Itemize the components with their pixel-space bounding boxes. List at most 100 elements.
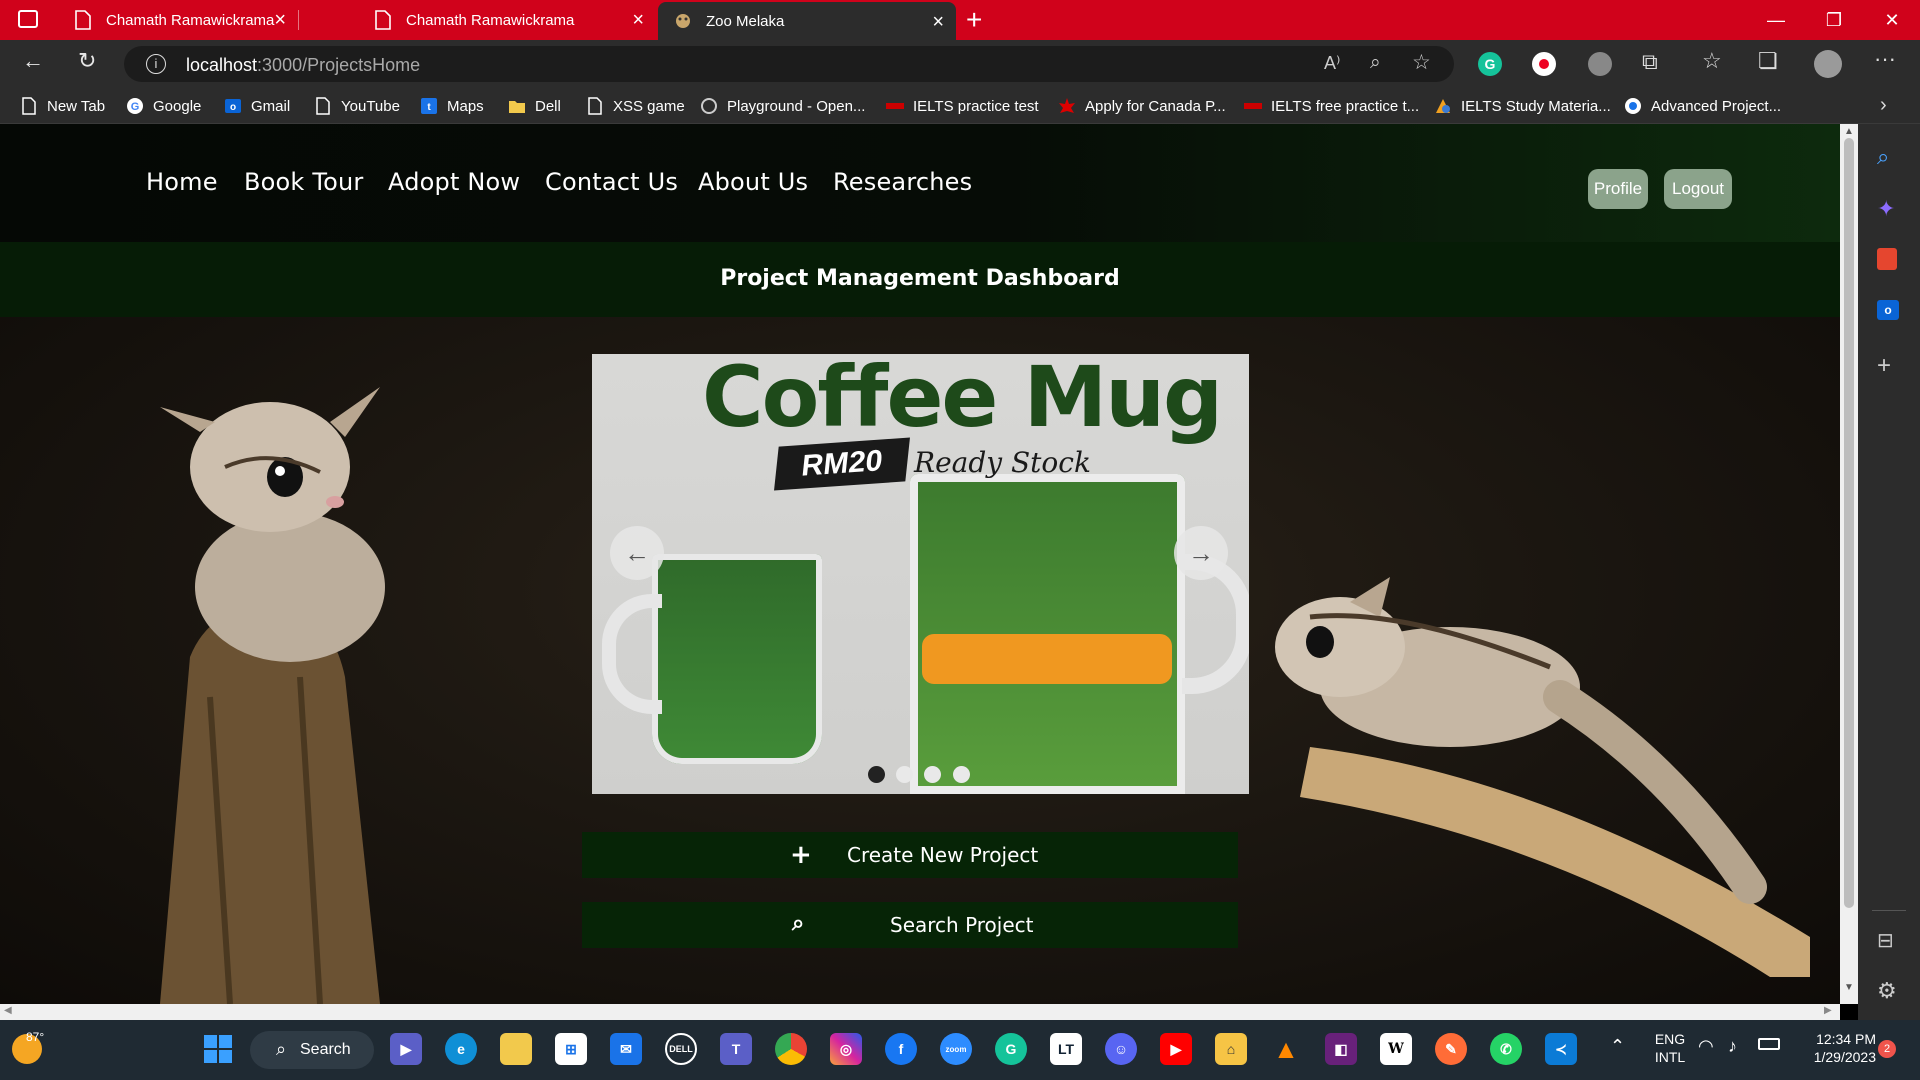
outlook-icon[interactable]: o <box>1877 300 1901 324</box>
new-tab-icon[interactable]: + <box>966 4 982 36</box>
carousel-dot-2[interactable] <box>896 766 913 783</box>
profile-avatar-icon[interactable] <box>1814 50 1842 78</box>
facebook-icon[interactable]: f <box>885 1033 917 1065</box>
copilot-icon[interactable]: ✦ <box>1877 196 1901 221</box>
postman-icon[interactable]: ✎ <box>1435 1033 1467 1065</box>
bookmark-google[interactable]: G Google <box>126 96 201 116</box>
youtube-icon[interactable]: ▶ <box>1160 1033 1192 1065</box>
tracker-extension-icon[interactable] <box>1588 52 1612 76</box>
taskbar-search[interactable]: ⌕ Search <box>250 1031 374 1069</box>
clock[interactable]: 12:34 PM 1/29/2023 <box>1796 1030 1876 1066</box>
back-icon[interactable]: ← <box>22 48 44 74</box>
window-close-icon[interactable]: ✕ <box>1864 0 1920 40</box>
bookmark-dell[interactable]: Dell <box>508 96 561 116</box>
edge-browser-icon[interactable]: e <box>445 1033 477 1065</box>
vertical-scrollbar[interactable]: ▲ ▼ <box>1840 124 1858 1004</box>
chrome-icon[interactable] <box>775 1033 807 1065</box>
lt-icon[interactable]: LT <box>1050 1033 1082 1065</box>
favorites-icon[interactable]: ☆ <box>1702 48 1722 74</box>
bookmark-advanced-project[interactable]: Advanced Project... <box>1624 96 1781 116</box>
visual-studio-icon[interactable]: ◧ <box>1325 1033 1357 1065</box>
sidebar-split-icon[interactable]: ⊟ <box>1877 928 1901 952</box>
bookmark-ielts-study[interactable]: IELTS Study Materia... <box>1434 96 1611 116</box>
carousel-next-button[interactable]: → <box>1174 526 1228 580</box>
dell-icon[interactable]: DELL <box>665 1033 697 1065</box>
scroll-left-icon[interactable]: ◀ <box>4 1005 12 1016</box>
record-extension-icon[interactable] <box>1532 52 1556 76</box>
minimize-icon[interactable]: — <box>1748 0 1804 40</box>
bookmarks-overflow-icon[interactable]: › <box>1880 94 1887 117</box>
vscode-icon[interactable]: ≺ <box>1545 1033 1577 1065</box>
bookmark-gmail[interactable]: o Gmail <box>224 96 290 116</box>
close-icon[interactable]: × <box>932 11 944 34</box>
nav-about-us[interactable]: About Us <box>698 168 808 196</box>
restore-icon[interactable]: ❐ <box>1806 0 1862 40</box>
tab-actions-icon[interactable] <box>18 10 38 28</box>
microsoft-store-icon[interactable]: ⊞ <box>555 1033 587 1065</box>
vlc-icon[interactable]: ▲ <box>1270 1033 1302 1065</box>
language-indicator[interactable]: ENG INTL <box>1648 1030 1692 1066</box>
wifi-icon[interactable]: ◠ <box>1698 1036 1714 1057</box>
zoom-icon[interactable]: zoom <box>940 1033 972 1065</box>
weather-temp[interactable]: 87° <box>26 1030 44 1044</box>
search-icon[interactable]: ⌕ <box>1877 144 1901 169</box>
grammarly-extension-icon[interactable]: G <box>1478 52 1502 76</box>
bookmark-ielts-free[interactable]: IELTS free practice t... <box>1244 96 1419 116</box>
bookmark-ielts-test[interactable]: IELTS practice test <box>886 96 1039 116</box>
grammarly-icon[interactable]: G <box>995 1033 1027 1065</box>
nav-contact-us[interactable]: Contact Us <box>545 168 678 196</box>
nav-home[interactable]: Home <box>146 168 218 196</box>
bookmark-playground[interactable]: Playground - Open... <box>700 96 865 116</box>
nav-adopt-now[interactable]: Adopt Now <box>388 168 520 196</box>
scroll-down-icon[interactable]: ▼ <box>1844 982 1854 993</box>
close-icon[interactable]: × <box>274 9 286 32</box>
tray-overflow-icon[interactable]: ⌃ <box>1610 1036 1625 1057</box>
bookmark-new-tab[interactable]: New Tab <box>20 96 105 116</box>
notification-badge[interactable]: 2 <box>1878 1040 1896 1058</box>
bookmark-canada[interactable]: Apply for Canada P... <box>1058 96 1226 116</box>
add-icon[interactable]: + <box>1877 352 1901 379</box>
carousel-dot-1[interactable] <box>868 766 885 783</box>
bookmark-youtube[interactable]: YouTube <box>314 96 400 116</box>
nav-book-tour[interactable]: Book Tour <box>244 168 364 196</box>
start-windows-icon[interactable] <box>202 1033 234 1065</box>
volume-icon[interactable]: ♪ <box>1728 1036 1737 1057</box>
read-aloud-icon[interactable]: A⁾ <box>1324 53 1340 74</box>
mail-icon[interactable]: ✉ <box>610 1033 642 1065</box>
create-new-project-button[interactable]: + Create New Project <box>582 832 1238 878</box>
carousel-prev-button[interactable]: ← <box>610 526 664 580</box>
scroll-up-icon[interactable]: ▲ <box>1844 126 1854 137</box>
tab-1[interactable]: Chamath Ramawickrama × <box>58 0 298 40</box>
extensions-icon[interactable]: ⧉ <box>1642 49 1658 75</box>
nav-researches[interactable]: Researches <box>833 168 972 196</box>
carousel-dot-4[interactable] <box>953 766 970 783</box>
search-project-button[interactable]: ⌕ Search Project <box>582 902 1238 948</box>
url-text[interactable]: localhost:3000/ProjectsHome <box>186 55 420 76</box>
discord-icon[interactable]: ☺ <box>1105 1033 1137 1065</box>
product-carousel[interactable]: Coffee Mug RM20 Ready Stock ← → <box>592 354 1249 794</box>
favorite-add-icon[interactable]: ☆ <box>1412 50 1431 75</box>
scroll-right-icon[interactable]: ▶ <box>1824 1005 1832 1016</box>
tab-2[interactable]: Chamath Ramawickrama × <box>358 0 656 40</box>
file-explorer-icon[interactable] <box>500 1033 532 1065</box>
vpn-lock-icon[interactable]: ⌂ <box>1215 1033 1247 1065</box>
meet-icon[interactable]: ▶ <box>390 1033 422 1065</box>
profile-button[interactable]: Profile <box>1588 169 1648 209</box>
tab-3-active[interactable]: Zoo Melaka × <box>658 2 956 40</box>
more-menu-icon[interactable]: ··· <box>1874 46 1896 72</box>
collections-icon[interactable]: ❏ <box>1758 48 1778 74</box>
scroll-thumb[interactable] <box>1844 138 1854 908</box>
wikipedia-icon[interactable]: W <box>1380 1033 1412 1065</box>
address-bar[interactable]: i localhost:3000/ProjectsHome A⁾ ⌕ ☆ <box>124 46 1454 82</box>
battery-icon[interactable] <box>1758 1038 1780 1050</box>
office-icon[interactable] <box>1877 248 1901 272</box>
site-info-icon[interactable]: i <box>146 54 166 74</box>
teams-icon[interactable]: T <box>720 1033 752 1065</box>
bookmark-xss-game[interactable]: XSS game <box>586 96 685 116</box>
carousel-dot-3[interactable] <box>924 766 941 783</box>
horizontal-scrollbar[interactable]: ◀ ▶ <box>0 1004 1840 1020</box>
logout-button[interactable]: Logout <box>1664 169 1732 209</box>
whatsapp-icon[interactable]: ✆ <box>1490 1033 1522 1065</box>
close-icon[interactable]: × <box>632 9 644 32</box>
bookmark-maps[interactable]: t Maps <box>420 96 484 116</box>
